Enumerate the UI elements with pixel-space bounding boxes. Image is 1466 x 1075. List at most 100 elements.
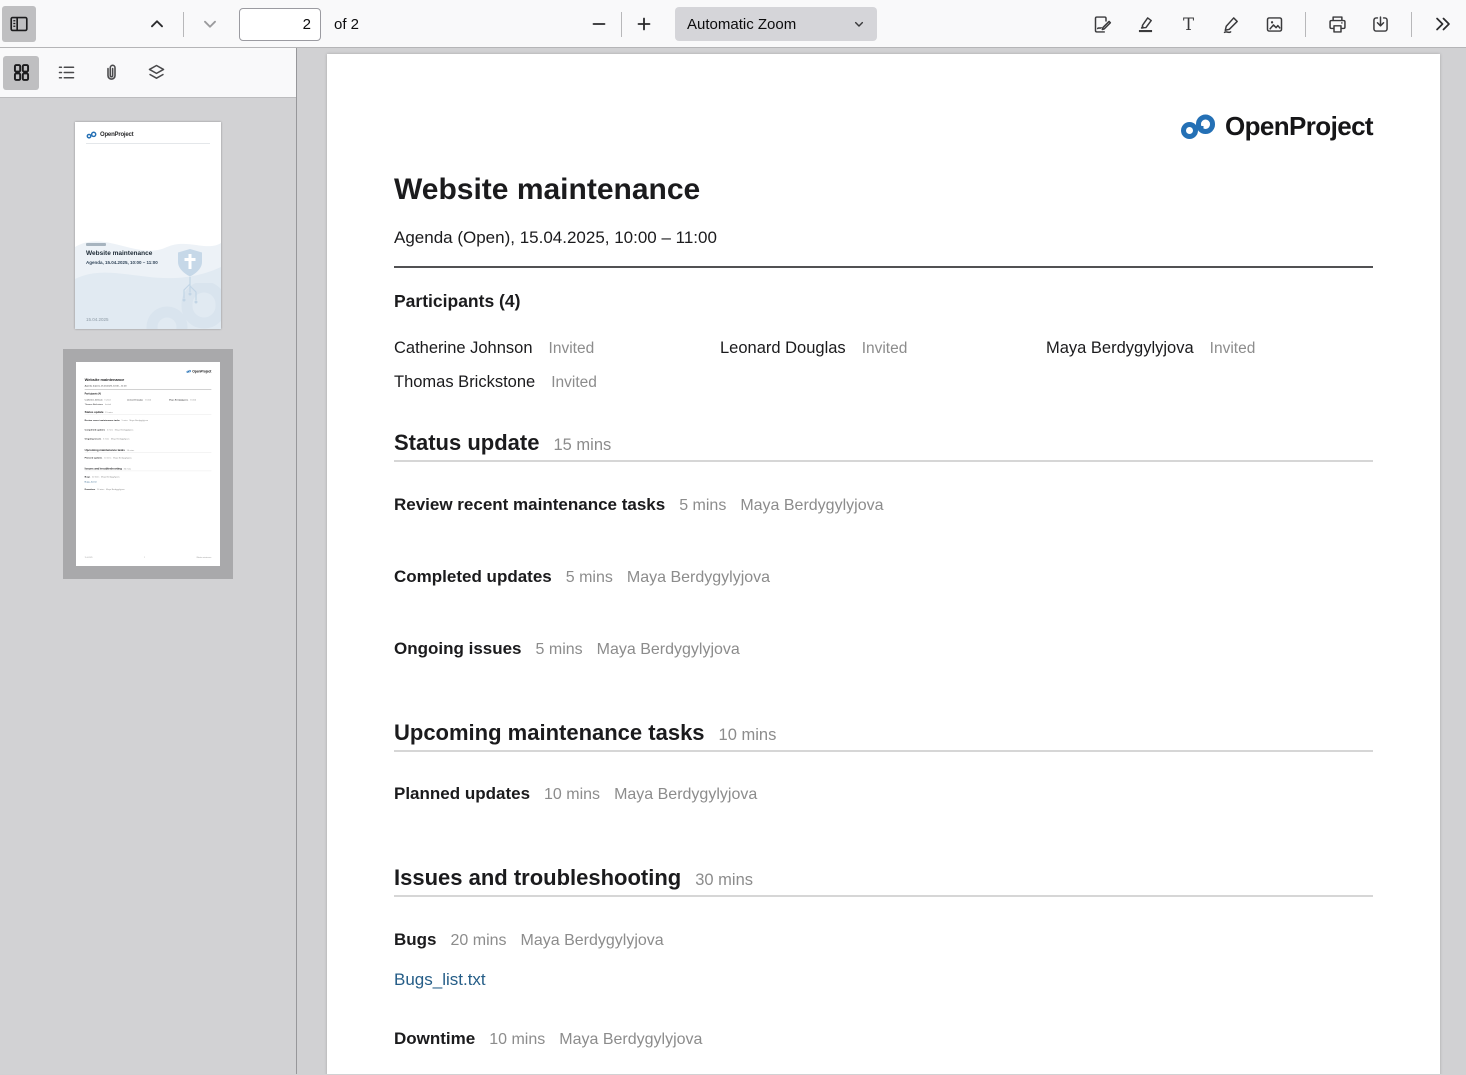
footer-page-number: 2 [144,557,145,559]
section-divider [394,895,1373,897]
agenda-item-title: Ongoing issues [85,437,102,440]
previous-page-button[interactable] [140,6,174,42]
agenda-item-duration: 5 mins [122,419,128,421]
participant: Maya BerdygylyjovaInvited [169,399,211,401]
zoom-out-button[interactable] [582,6,616,42]
participants-heading: Participants (4) [85,392,212,395]
section-duration: 30 mins [124,468,131,470]
agenda-item-title: Ongoing issues [394,637,522,661]
page-count-label: of 2 [334,16,359,33]
cover-logo-text: OpenProject [100,132,133,138]
agenda-item: Review recent maintenance tasks 5 mins M… [394,493,1373,517]
attachment-link[interactable]: Bugs_list.txt [394,970,486,990]
participant-name: Leonard Douglas [127,399,143,401]
agenda-item-duration: 5 mins [679,497,726,515]
section-title: Upcoming maintenance tasks [394,718,705,748]
image-icon [1264,14,1285,35]
agenda-item: Downtime 10 mins Maya Berdygylyjova [394,1027,1373,1051]
section-duration: 10 mins [127,449,134,451]
add-image-button[interactable] [1257,6,1291,42]
attachment-link[interactable]: Bugs_list.txt [85,481,97,484]
pdf-viewer-area[interactable]: OpenProject Website maintenance Agenda (… [297,48,1466,1074]
agenda-item-title: Downtime [394,1027,475,1051]
title-divider [394,266,1373,268]
layers-icon [146,62,167,83]
section-heading: Upcoming maintenance tasks 10 mins [394,718,1373,748]
openproject-logo: OpenProject [1179,111,1373,142]
agenda-item-presenter: Maya Berdygylyjova [115,429,134,431]
sidebar-toggle-icon [8,13,30,35]
toolbar-separator [183,12,184,37]
section-divider [394,750,1373,752]
chevron-down-icon [199,13,221,35]
section-heading: Issues and troubleshooting 30 mins [394,863,1373,893]
highlight-button[interactable] [1128,6,1162,42]
section-duration: 10 mins [719,726,777,745]
document-meta: Agenda (Open), 15.04.2025, 10:00 – 11:00 [85,384,212,387]
attachments-view-button[interactable] [93,56,129,90]
agenda-item-presenter: Maya Berdygylyjova [106,488,125,490]
plus-icon [633,13,655,35]
agenda-item: Review recent maintenance tasks 5 mins M… [85,419,212,422]
layers-view-button[interactable] [138,56,174,90]
toolbar-separator [621,12,622,37]
zoom-level-value: Automatic Zoom [687,16,851,33]
section-title: Issues and troubleshooting [394,863,681,893]
section-title: Status update [85,410,104,414]
participant-name: Maya Berdygylyjova [1046,339,1194,357]
openproject-logo-text: OpenProject [192,369,211,373]
next-page-button[interactable] [193,6,227,42]
section-divider [394,460,1373,462]
zoom-level-select[interactable]: Automatic Zoom [675,7,877,41]
participant-status: Invited [105,399,111,401]
thumbnail-list: OpenProject Website maintenance Agenda, … [0,98,296,1074]
thumbnail-page-1[interactable]: OpenProject Website maintenance Agenda, … [75,122,221,329]
participant: Thomas BrickstoneInvited [85,403,127,405]
print-button[interactable] [1320,6,1354,42]
participants-heading: Participants (4) [394,289,1373,313]
draw-tool-button[interactable] [1214,6,1248,42]
agenda-item-title: Planned updates [85,456,103,459]
openproject-logo-icon [186,370,191,373]
more-tools-button[interactable] [1426,6,1460,42]
toolbar-separator [1305,12,1306,37]
agenda-item-presenter: Maya Berdygylyjova [627,569,770,587]
cover-divider [86,143,210,144]
agenda-item-duration: 10 mins [97,488,104,490]
agenda-item-presenter: Maya Berdygylyjova [101,476,120,478]
participants-list: Catherine JohnsonInvited Leonard Douglas… [85,399,212,406]
agenda-item-title: Review recent maintenance tasks [85,419,120,422]
toolbar-separator [1411,12,1412,37]
highlighter-icon [1135,14,1156,35]
openproject-logo: OpenProject [186,369,211,373]
zoom-in-button[interactable] [627,6,661,42]
section-title: Issues and troubleshooting [85,467,122,471]
agenda-item-title: Bugs [394,928,437,952]
svg-text:T: T [1182,14,1193,33]
participant: Catherine JohnsonInvited [85,399,127,401]
agenda-item-presenter: Maya Berdygylyjova [597,641,740,659]
thumbnail-page-2-selected[interactable]: OpenProject Website maintenance Agenda (… [63,349,233,579]
pdf-toolbar: of 2 Automatic Zoom [0,0,1466,48]
sidebar: OpenProject Website maintenance Agenda, … [0,48,297,1074]
agenda-item: Completed updates 5 mins Maya Berdygylyj… [85,428,212,431]
toggle-sidebar-button[interactable] [2,6,36,42]
agenda-item-title: Review recent maintenance tasks [394,493,665,517]
cover-date: 15.04.2025 [86,317,109,322]
page-number-input[interactable] [239,8,321,41]
agenda-item-duration: 5 mins [107,429,113,431]
footer-date: 15.04.2025 [85,557,93,559]
agenda-item-duration: 5 mins [103,438,109,440]
add-signature-button[interactable] [1085,6,1119,42]
participant: Leonard DouglasInvited [720,339,1046,358]
thumbnails-view-button[interactable] [3,56,39,90]
cover-logo: OpenProject [86,131,133,139]
thumbnail-page-2-preview: OpenProject Website maintenance Agenda (… [76,362,220,566]
openproject-logo-icon [1179,114,1217,139]
agenda-item: Completed updates 5 mins Maya Berdygylyj… [394,565,1373,589]
text-tool-button[interactable]: T [1171,6,1205,42]
outline-view-button[interactable] [48,56,84,90]
agenda-item-duration: 10 mins [104,457,111,459]
save-button[interactable] [1363,6,1397,42]
participant-name: Catherine Johnson [394,339,533,357]
